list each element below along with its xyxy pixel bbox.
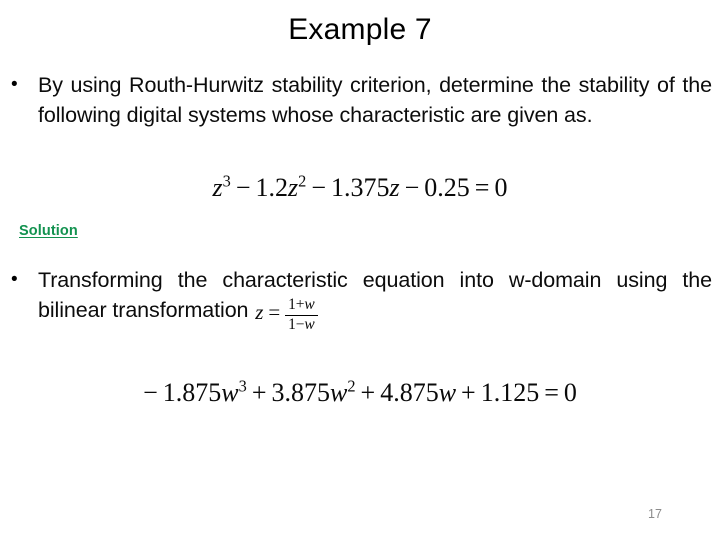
equation-2-relation: = <box>544 378 559 407</box>
equation-1-operator-3: − <box>311 173 326 202</box>
equation-1-term-2: 1.2z2 <box>255 171 307 202</box>
equation-characteristic-w-domain: −1.875w3 +3.875w2 +4.875w +1.125 = 0 <box>0 377 720 409</box>
solution-label: Solution <box>19 223 78 239</box>
equation-1-operator-4: − <box>404 173 420 202</box>
equation-2-term-4: 1.125 <box>480 378 540 407</box>
equation-2-operator-1: − <box>143 378 158 407</box>
bullet-paragraph-2-text: Transforming the characteristic equation… <box>38 265 712 333</box>
equation-2-term-3: 4.875w <box>380 378 457 407</box>
inline-math-lhs: z <box>255 300 264 324</box>
slide-canvas: Example 7 • By using Routh-Hurwitz stabi… <box>0 0 720 540</box>
inline-math-relation: = <box>268 300 281 324</box>
inline-math-fraction: 1+w 1−w <box>285 295 318 334</box>
bullet-marker-icon: • <box>11 269 18 290</box>
equation-2-operator-2: + <box>251 378 267 407</box>
fraction-numerator: 1+w <box>288 295 315 313</box>
bullet-paragraph-2: • Transforming the characteristic equati… <box>0 265 716 333</box>
equation-characteristic-z-domain: z3−1.2z2−1.375z −0.25 = 0 <box>0 172 720 204</box>
bullet-paragraph-1-text: By using Routh-Hurwitz stability criteri… <box>38 73 712 127</box>
equation-1-operator-2: − <box>235 173 251 202</box>
equation-2-rhs: 0 <box>563 378 577 407</box>
equation-2-operator-3: + <box>360 378 376 407</box>
fraction-denominator: 1−w <box>285 314 318 334</box>
equation-1-relation: = <box>474 173 490 202</box>
equation-1-term-3: 1.375z <box>331 173 400 202</box>
bullet-marker-icon: • <box>11 74 18 95</box>
page-number: 17 <box>648 507 662 521</box>
bullet-paragraph-2-lead: Transforming the characteristic equation… <box>38 268 712 322</box>
bullet-paragraph-1: • By using Routh-Hurwitz stability crite… <box>0 70 716 130</box>
inline-math-bilinear-transformation: z = 1+w 1−w <box>254 296 318 333</box>
equation-2-term-2: 3.875w2 <box>271 376 356 407</box>
equation-1-rhs: 0 <box>494 173 508 202</box>
page-title: Example 7 <box>288 13 432 46</box>
equation-1-term-4: 0.25 <box>424 173 470 202</box>
equation-2-term-1: 1.875w3 <box>162 376 247 407</box>
equation-1-term-1: z3 <box>212 171 231 202</box>
equation-2-operator-4: + <box>461 378 476 407</box>
